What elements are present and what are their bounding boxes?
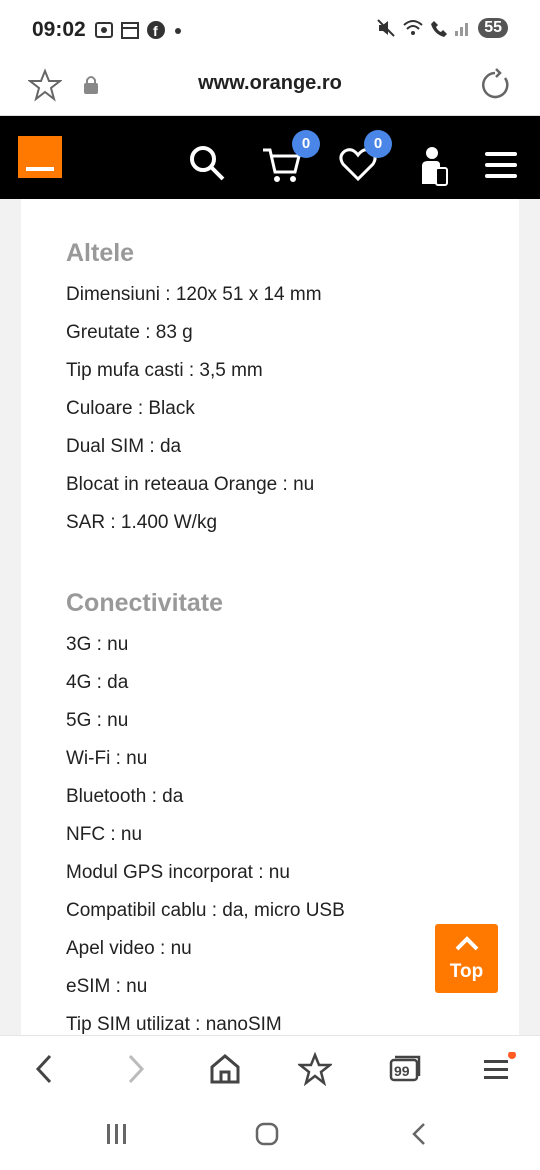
browser-bottom-nav: 99 <box>0 1035 540 1103</box>
spec-row: Greutate : 83 g <box>66 322 193 343</box>
chevron-up-icon <box>455 936 479 951</box>
dot-icon <box>175 28 181 34</box>
wishlist-count-badge: 0 <box>364 130 392 158</box>
menu-icon[interactable] <box>484 150 518 180</box>
spec-row: Dual SIM : da <box>66 436 182 457</box>
wifi-icon <box>403 20 423 35</box>
spec-row: Tip SIM utilizat : nanoSIM <box>66 1014 282 1035</box>
spec-row: Tip mufa casti : 3,5 mm <box>66 360 263 381</box>
specs-card: Altele Dimensiuni : 120x 51 x 14 mm Greu… <box>21 199 519 1035</box>
spec-row: 3G : nu <box>66 634 129 655</box>
section-title-conectivitate: Conectivitate <box>66 589 223 617</box>
cart-button[interactable]: 0 <box>262 130 320 184</box>
reload-icon[interactable] <box>478 68 512 102</box>
orange-logo[interactable] <box>18 136 62 178</box>
system-status-icons: 55 <box>376 18 508 38</box>
spec-row: 5G : nu <box>66 710 129 731</box>
back-arrow-icon[interactable] <box>30 1052 58 1086</box>
spec-row: NFC : nu <box>66 824 143 845</box>
tabs-button[interactable]: 99 <box>388 1054 422 1084</box>
spec-row: Wi-Fi : nu <box>66 748 148 769</box>
spec-row: eSIM : nu <box>66 976 148 997</box>
spec-row: Blocat in reteaua Orange : nu <box>66 474 315 495</box>
system-nav-bar <box>0 1103 540 1170</box>
battery-indicator: 55 <box>478 18 508 38</box>
svg-text:f: f <box>153 23 158 39</box>
home-icon[interactable] <box>208 1052 242 1086</box>
cart-count-badge: 0 <box>292 130 320 158</box>
url-text[interactable]: www.orange.ro <box>0 72 540 95</box>
section-title-altele: Altele <box>66 239 135 267</box>
status-time: 09:02 <box>32 18 86 41</box>
facebook-icon: f <box>147 21 165 39</box>
wifi-call-icon <box>431 21 448 37</box>
bookmarks-star-icon[interactable] <box>298 1052 332 1086</box>
back-to-top-button[interactable]: Top <box>435 924 498 993</box>
spec-row: Apel video : nu <box>66 938 192 959</box>
search-icon[interactable] <box>188 144 226 182</box>
home-button-icon[interactable] <box>254 1121 280 1147</box>
browser-menu-icon[interactable] <box>480 1052 518 1086</box>
status-bar: 09:02 f 55 <box>0 0 540 58</box>
mute-icon <box>377 19 395 37</box>
browser-url-bar[interactable]: www.orange.ro <box>0 58 540 116</box>
recent-apps-icon[interactable] <box>104 1121 130 1147</box>
spec-row: Culoare : Black <box>66 398 195 419</box>
forward-arrow-icon[interactable] <box>122 1052 150 1086</box>
spec-row: Bluetooth : da <box>66 786 184 807</box>
account-icon[interactable] <box>420 146 450 186</box>
site-header: 0 0 <box>0 116 540 199</box>
spec-row: Modul GPS incorporat : nu <box>66 862 290 883</box>
signal-icon <box>455 23 469 36</box>
screenshot-icon <box>95 22 113 38</box>
back-to-top-label: Top <box>449 961 484 982</box>
notification-icons: f <box>94 20 184 40</box>
spec-row: Compatibil cablu : da, micro USB <box>66 900 345 921</box>
spec-row: SAR : 1.400 W/kg <box>66 512 218 533</box>
tab-count: 99 <box>394 1063 410 1079</box>
calendar-icon <box>121 22 139 39</box>
wishlist-button[interactable]: 0 <box>338 130 392 184</box>
system-back-icon[interactable] <box>406 1121 432 1147</box>
spec-row: 4G : da <box>66 672 129 693</box>
spec-row: Dimensiuni : 120x 51 x 14 mm <box>66 284 322 305</box>
